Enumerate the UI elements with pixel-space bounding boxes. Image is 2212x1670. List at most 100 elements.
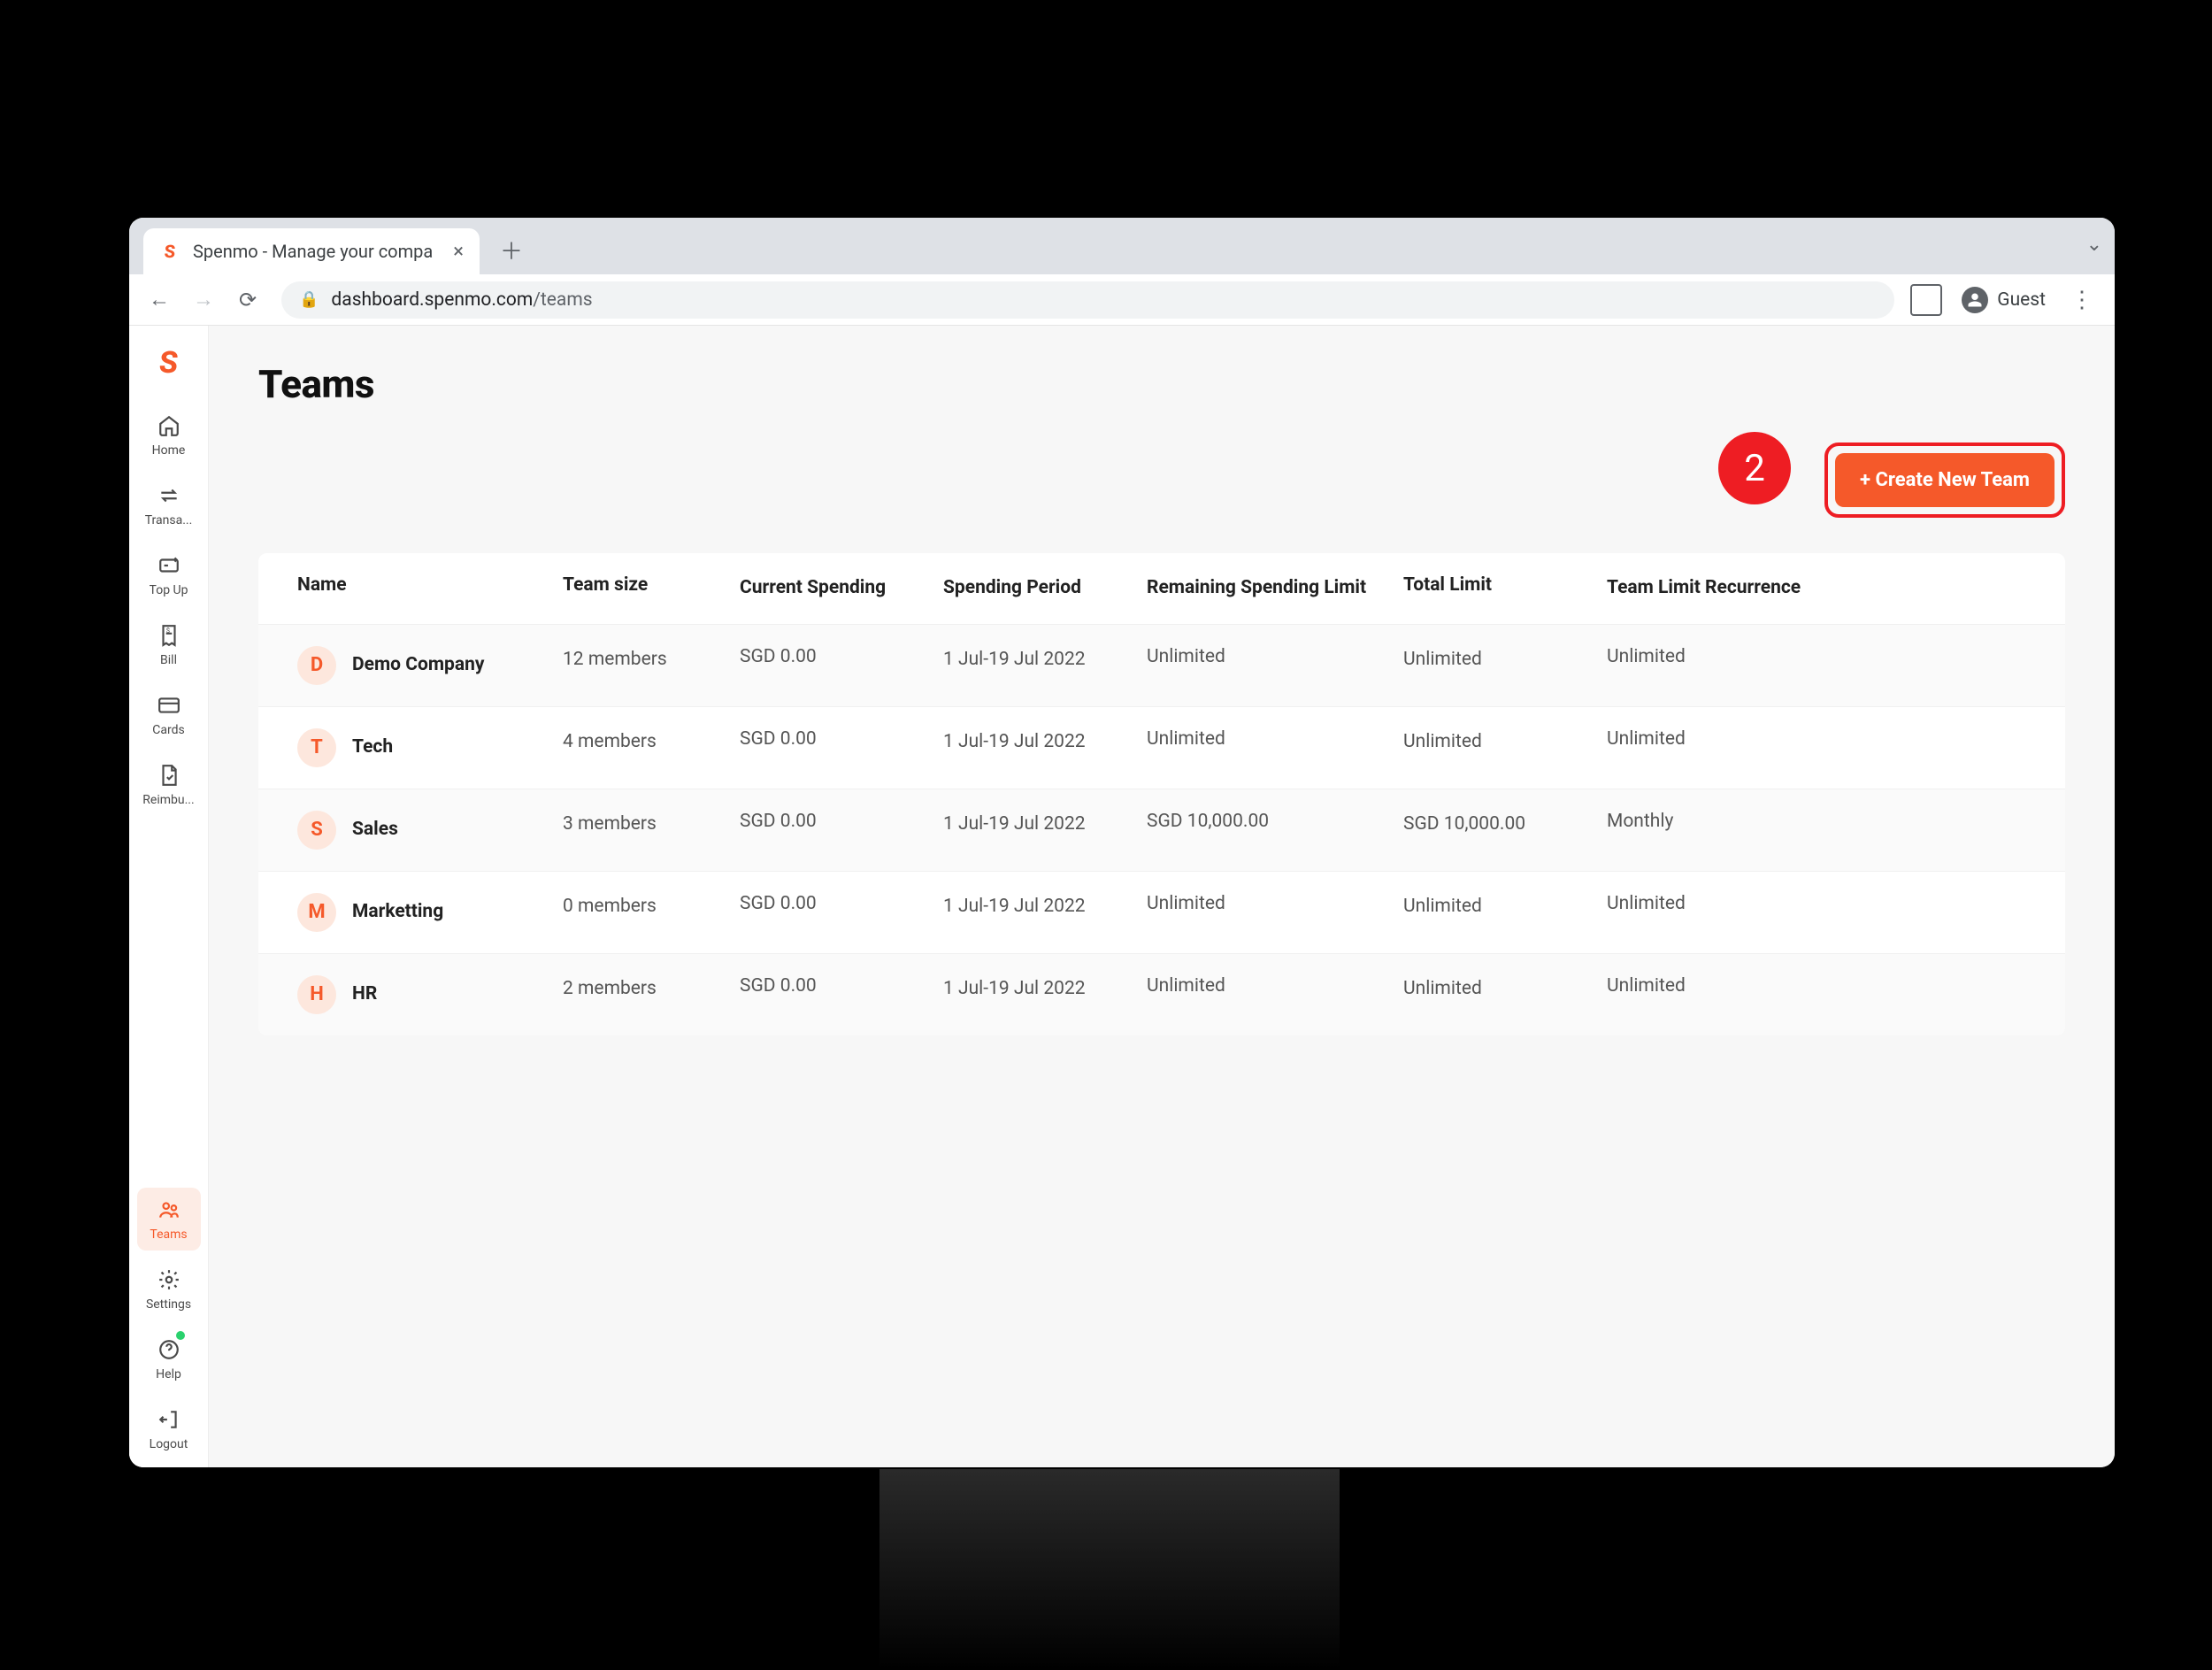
new-tab-button[interactable]: ＋ (492, 230, 531, 269)
sidebar-item-transactions[interactable]: Transa... (137, 473, 201, 536)
browser-tab[interactable]: S Spenmo - Manage your compa × (143, 228, 480, 274)
cell-name: H HR (297, 975, 563, 1014)
cell-period: 1 Jul-19 Jul 2022 (943, 893, 1147, 921)
cell-recurrence: Unlimited (1607, 646, 1801, 667)
team-name: HR (352, 981, 377, 1009)
team-name: Sales (352, 816, 398, 844)
browser-tabbar: S Spenmo - Manage your compa × ＋ ⌄ (129, 218, 2115, 274)
page-title: Teams (258, 361, 2065, 407)
cell-spending: SGD 0.00 (740, 811, 943, 832)
sidebar: S Home Transa... Top Up $ Bill (129, 326, 209, 1467)
tab-title: Spenmo - Manage your compa (193, 241, 441, 262)
cell-name: D Demo Company (297, 646, 563, 685)
col-total-limit: Total Limit (1403, 574, 1607, 596)
sidebar-item-logout[interactable]: Logout (137, 1397, 201, 1460)
cell-name: S Sales (297, 811, 563, 850)
cell-period: 1 Jul-19 Jul 2022 (943, 975, 1147, 1004)
cell-name: TTech (297, 728, 563, 767)
action-row: 2 + Create New Team (258, 443, 2065, 518)
sidebar-item-help[interactable]: Help (137, 1328, 201, 1390)
cell-remaining: SGD 10,000.00 (1147, 811, 1403, 832)
sidebar-item-home[interactable]: Home (137, 404, 201, 466)
sidebar-item-reimbursement[interactable]: Reimbu... (137, 753, 201, 816)
team-avatar: M (297, 893, 336, 932)
topup-icon (156, 552, 182, 579)
svg-text:$: $ (165, 627, 169, 635)
create-new-team-button[interactable]: + Create New Team (1835, 453, 2055, 507)
table-row[interactable]: M Marketting 0 membersSGD 0.001 Jul-19 Jul… (258, 871, 2065, 953)
cell-period: 1 Jul-19 Jul 2022 (943, 646, 1147, 674)
col-remaining-limit: Remaining Spending Limit (1147, 574, 1403, 603)
cell-recurrence: Unlimited (1607, 728, 1801, 750)
team-name: Marketting (352, 898, 443, 927)
team-name: Demo Company (352, 651, 484, 680)
cell-size: 12 members (563, 646, 740, 674)
spenmo-logo[interactable]: S (157, 345, 180, 381)
back-button[interactable]: ← (142, 282, 177, 318)
table-row[interactable]: S Sales 3 membersSGD 0.001 Jul-19 Jul 2022… (258, 789, 2065, 871)
cell-period: 1 Jul-19 Jul 2022 (943, 728, 1147, 757)
cell-total: Unlimited (1403, 975, 1607, 1004)
person-icon (1962, 287, 1988, 313)
team-avatar: H (297, 975, 336, 1014)
help-icon (156, 1336, 182, 1363)
col-name: Name (297, 574, 563, 596)
cell-spending: SGD 0.00 (740, 646, 943, 667)
extension-icon[interactable] (1910, 284, 1942, 316)
cell-spending: SGD 0.00 (740, 893, 943, 914)
create-team-highlight: + Create New Team (1824, 443, 2065, 518)
forward-button[interactable]: → (186, 282, 221, 318)
gear-icon (156, 1266, 182, 1293)
bill-icon: $ (156, 622, 182, 649)
cell-name: M Marketting (297, 893, 563, 932)
sidebar-item-bill[interactable]: $ Bill (137, 613, 201, 676)
cell-spending: SGD 0.00 (740, 975, 943, 997)
cell-recurrence: Unlimited (1607, 975, 1801, 997)
sidebar-item-settings[interactable]: Settings (137, 1258, 201, 1320)
team-avatar: S (297, 811, 336, 850)
close-icon[interactable]: × (453, 241, 464, 263)
cell-size: 4 members (563, 728, 740, 757)
sidebar-item-teams[interactable]: Teams (137, 1188, 201, 1251)
transfer-icon (156, 482, 182, 509)
screen: S Spenmo - Manage your compa × ＋ ⌄ ← → ⟳… (129, 218, 2115, 1467)
monitor-stand (879, 1469, 1340, 1670)
chevron-down-icon[interactable]: ⌄ (2086, 234, 2102, 256)
cell-size: 2 members (563, 975, 740, 1004)
col-team-size: Team size (563, 574, 740, 596)
cell-total: Unlimited (1403, 728, 1607, 757)
reimburse-icon (156, 762, 182, 789)
team-name: Tech (352, 734, 393, 762)
cell-spending: SGD 0.00 (740, 728, 943, 750)
app-body: S Home Transa... Top Up $ Bill (129, 326, 2115, 1467)
cell-total: SGD 10,000.00 (1403, 811, 1607, 839)
cell-remaining: Unlimited (1147, 893, 1403, 914)
table-header-row: Name Team size Current Spending Spending… (258, 553, 2065, 624)
url-text: dashboard.spenmo.com/teams (331, 289, 592, 311)
profile-button[interactable]: Guest (1955, 287, 2053, 313)
sidebar-item-topup[interactable]: Top Up (137, 543, 201, 606)
cell-recurrence: Monthly (1607, 811, 1801, 832)
col-spending-period: Spending Period (943, 574, 1147, 603)
guest-label: Guest (1997, 289, 2046, 311)
reload-button[interactable]: ⟳ (230, 282, 265, 318)
logout-icon (156, 1406, 182, 1433)
table-row[interactable]: D Demo Company 12 membersSGD 0.001 Jul-19 … (258, 624, 2065, 706)
cell-recurrence: Unlimited (1607, 893, 1801, 914)
cell-size: 3 members (563, 811, 740, 839)
cell-total: Unlimited (1403, 646, 1607, 674)
sidebar-item-cards[interactable]: Cards (137, 683, 201, 746)
teams-table: Name Team size Current Spending Spending… (258, 553, 2065, 1035)
lock-icon: 🔒 (299, 290, 319, 309)
table-row[interactable]: TTech4 membersSGD 0.001 Jul-19 Jul 2022U… (258, 706, 2065, 789)
team-avatar: D (297, 646, 336, 685)
address-bar[interactable]: 🔒 dashboard.spenmo.com/teams (281, 281, 1894, 319)
teams-icon (156, 1197, 182, 1223)
cell-size: 0 members (563, 893, 740, 921)
browser-menu-icon[interactable]: ⋮ (2062, 287, 2102, 313)
cell-remaining: Unlimited (1147, 728, 1403, 750)
browser-toolbar: ← → ⟳ 🔒 dashboard.spenmo.com/teams Guest… (129, 274, 2115, 326)
cell-period: 1 Jul-19 Jul 2022 (943, 811, 1147, 839)
col-recurrence: Team Limit Recurrence (1607, 574, 1801, 603)
table-row[interactable]: H HR 2 membersSGD 0.001 Jul-19 Jul 2022 Unl… (258, 953, 2065, 1035)
